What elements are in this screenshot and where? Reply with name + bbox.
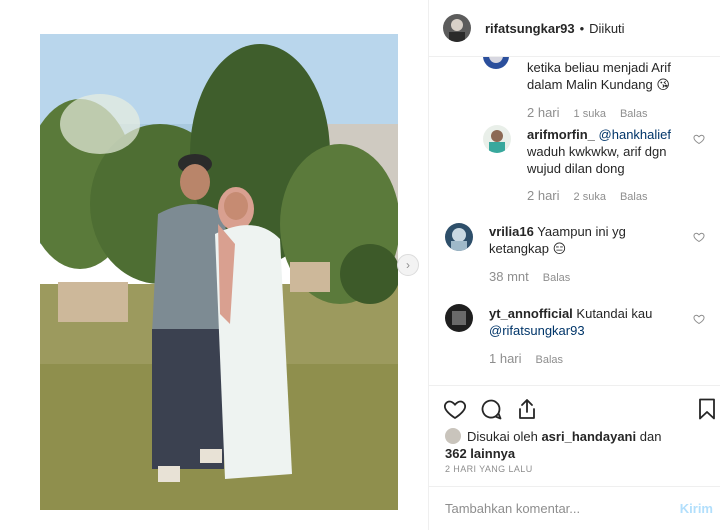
comment-time[interactable]: 2 hari bbox=[527, 188, 560, 203]
submit-comment-button[interactable]: Kirim bbox=[680, 501, 713, 516]
commenter-avatar[interactable] bbox=[445, 304, 473, 332]
post-actions: Disukai oleh asri_handayani dan 362 lain… bbox=[429, 385, 720, 485]
comment-line: waduh kwkwkw, arif dgn bbox=[527, 144, 667, 159]
comment-composer: Tambahkan komentar... Kirim bbox=[429, 486, 720, 530]
liker-username[interactable]: asri_handayani bbox=[541, 429, 636, 444]
follow-status-button[interactable]: Diikuti bbox=[589, 21, 624, 36]
post-header: rifatsungkar93 • Diikuti bbox=[429, 0, 720, 57]
likes-summary: Disukai oleh asri_handayani dan 362 lain… bbox=[445, 428, 695, 462]
comment-line: dalam Malin Kundang bbox=[527, 77, 653, 92]
comment-text: yt_annofficial Kutandai kau @rifatsungka… bbox=[489, 305, 689, 339]
comment-line-2: dalam Malin Kundang 😘 bbox=[527, 76, 697, 93]
comment-mention[interactable]: @rifatsungkar93 bbox=[489, 322, 689, 339]
comment-line: wujud dilan dong bbox=[527, 161, 625, 176]
comment-username[interactable]: arifmorfin_ bbox=[527, 127, 595, 142]
likes-count-link[interactable]: 362 lainnya bbox=[445, 446, 515, 461]
comment-time[interactable]: 38 mnt bbox=[489, 269, 529, 284]
liker-avatar[interactable] bbox=[445, 428, 461, 444]
heart-icon[interactable] bbox=[443, 397, 467, 421]
comment-time[interactable]: 2 hari bbox=[527, 105, 560, 120]
comment-line: Yaampun ini yg bbox=[537, 224, 626, 239]
commenter-avatar[interactable] bbox=[483, 125, 511, 153]
comment-likes[interactable]: 1 suka bbox=[574, 108, 606, 120]
post-photo[interactable] bbox=[40, 34, 398, 510]
reply-button[interactable]: Balas bbox=[543, 272, 571, 284]
likes-prefix: Disukai oleh bbox=[467, 429, 538, 444]
comment-meta: 2 hari 1 suka Balas bbox=[527, 105, 647, 120]
author-avatar[interactable] bbox=[443, 14, 471, 42]
comment-icon[interactable] bbox=[479, 397, 503, 421]
comment-meta: 1 hari Balas bbox=[489, 351, 563, 366]
comments-list[interactable]: ketika beliau menjadi Arif dalam Malin K… bbox=[429, 57, 720, 385]
comment-username[interactable]: vrilia16 bbox=[489, 224, 534, 239]
share-icon[interactable] bbox=[515, 397, 539, 421]
like-comment-heart-icon[interactable] bbox=[693, 313, 705, 325]
like-comment-heart-icon[interactable] bbox=[693, 133, 705, 145]
comment-meta: 2 hari 2 suka Balas bbox=[527, 188, 647, 203]
comment-username[interactable]: yt_annofficial bbox=[489, 306, 573, 321]
chevron-right-icon: › bbox=[406, 258, 410, 272]
reply-button[interactable]: Balas bbox=[620, 191, 648, 203]
header-separator: • bbox=[579, 20, 585, 36]
photo-pane: › bbox=[0, 0, 428, 530]
comment-line-2: ketangkap 😑 bbox=[489, 240, 689, 257]
comment-text: vrilia16 Yaampun ini yg ketangkap 😑 bbox=[489, 223, 689, 257]
comment-first-line: arifmorfin_ @hankhalief bbox=[527, 126, 697, 143]
post-photo-illustration bbox=[40, 34, 398, 510]
comment-mention[interactable]: @hankhalief bbox=[599, 127, 671, 142]
commenter-avatar[interactable] bbox=[445, 223, 473, 251]
comment-text: ketika beliau menjadi Arif dalam Malin K… bbox=[527, 59, 697, 93]
bookmark-icon[interactable] bbox=[695, 397, 719, 421]
comment-meta: 38 mnt Balas bbox=[489, 269, 570, 284]
comment-line: ketangkap bbox=[489, 241, 549, 256]
emoji: 😑 bbox=[552, 241, 567, 256]
comment-first-line: yt_annofficial Kutandai kau bbox=[489, 305, 689, 322]
like-comment-heart-icon[interactable] bbox=[693, 231, 705, 243]
post-side-panel: rifatsungkar93 • Diikuti ketika beliau m… bbox=[428, 0, 720, 530]
comment-likes[interactable]: 2 suka bbox=[574, 191, 606, 203]
next-post-button[interactable]: › bbox=[397, 254, 419, 276]
comment-first-line: vrilia16 Yaampun ini yg bbox=[489, 223, 689, 240]
reply-button[interactable]: Balas bbox=[536, 354, 564, 366]
reply-button[interactable]: Balas bbox=[620, 108, 648, 120]
commenter-avatar[interactable] bbox=[483, 57, 509, 69]
emoji: 😘 bbox=[656, 77, 670, 92]
comment-line: Kutandai kau bbox=[576, 306, 653, 321]
post-date[interactable]: 2 HARI YANG LALU bbox=[445, 464, 533, 474]
comment-input[interactable]: Tambahkan komentar... bbox=[445, 501, 580, 516]
likes-and: dan bbox=[639, 429, 662, 444]
comment-text: arifmorfin_ @hankhalief waduh kwkwkw, ar… bbox=[527, 126, 697, 177]
comment-time[interactable]: 1 hari bbox=[489, 351, 522, 366]
author-username[interactable]: rifatsungkar93 bbox=[485, 21, 575, 36]
comment-line: ketika beliau menjadi Arif bbox=[527, 60, 671, 75]
